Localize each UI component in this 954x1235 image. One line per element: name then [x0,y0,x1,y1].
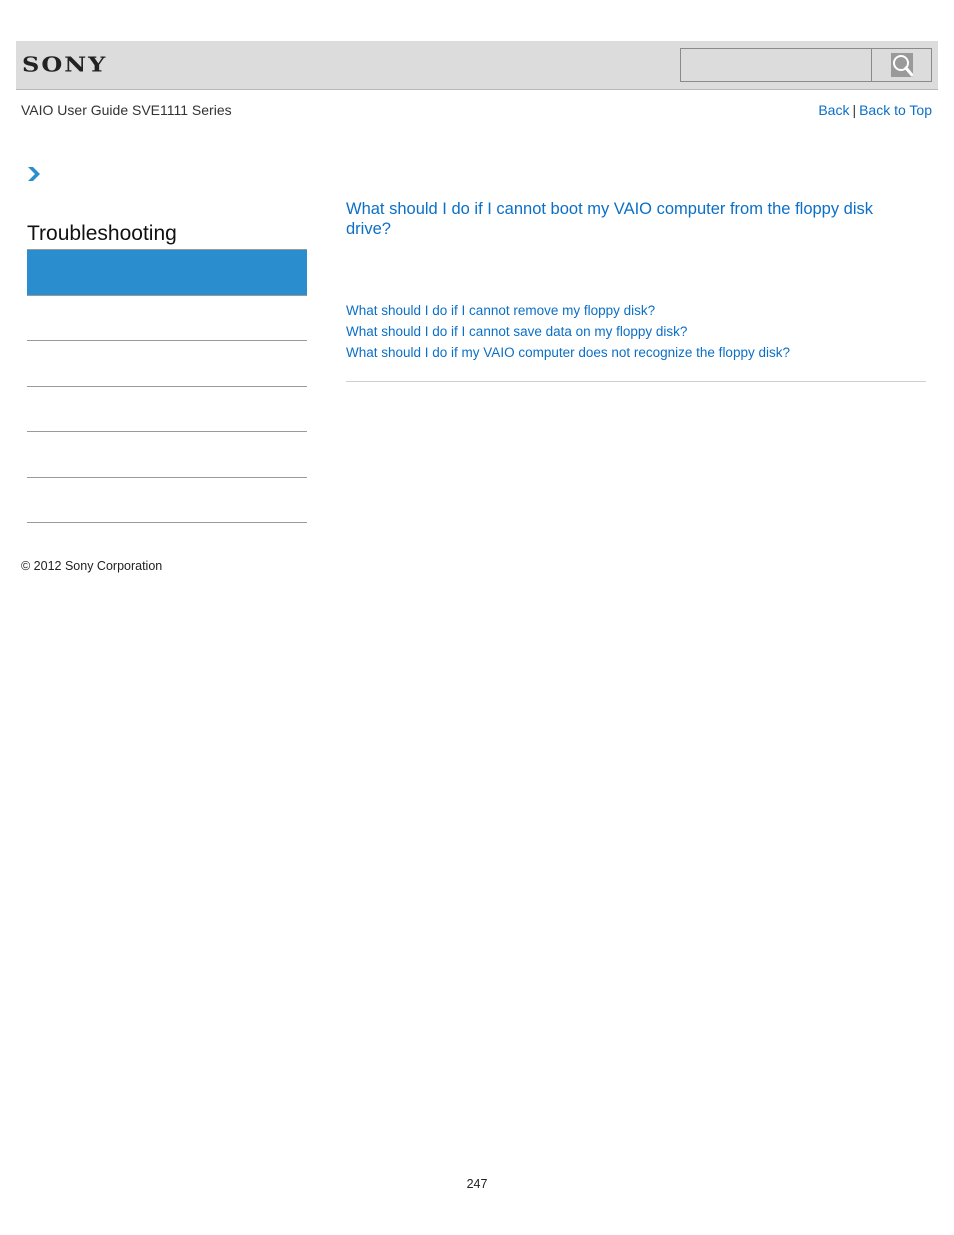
back-to-top-link[interactable]: Back to Top [859,102,932,118]
back-link[interactable]: Back [818,102,849,118]
page-number: 247 [466,1177,488,1191]
sidebar-item[interactable] [27,342,307,387]
sidebar-item[interactable] [27,387,307,432]
search-box [680,48,932,82]
page-title[interactable]: What should I do if I cannot boot my VAI… [346,199,906,239]
search-button[interactable] [872,49,931,81]
nav-separator: | [852,102,857,118]
divider [346,381,926,382]
top-nav: Back | Back to Top [818,102,932,118]
sidebar-item-active[interactable] [27,249,307,296]
header-bar: SONY [16,41,938,90]
related-link[interactable]: What should I do if I cannot remove my f… [346,300,790,321]
search-input[interactable] [681,49,872,81]
copyright: © 2012 Sony Corporation [21,559,163,573]
related-link[interactable]: What should I do if I cannot save data o… [346,321,790,342]
sidebar-item[interactable] [27,433,307,478]
chevron-right-icon[interactable] [27,166,41,182]
sidebar-item[interactable] [27,296,307,341]
sidebar-title: Troubleshooting [27,222,177,245]
guide-title: VAIO User Guide SVE1111 Series [21,102,232,118]
related-link[interactable]: What should I do if my VAIO computer doe… [346,342,790,363]
search-icon [890,53,913,77]
related-links: What should I do if I cannot remove my f… [346,300,790,363]
sidebar-item[interactable] [27,478,307,523]
sony-logo: SONY [22,52,108,77]
